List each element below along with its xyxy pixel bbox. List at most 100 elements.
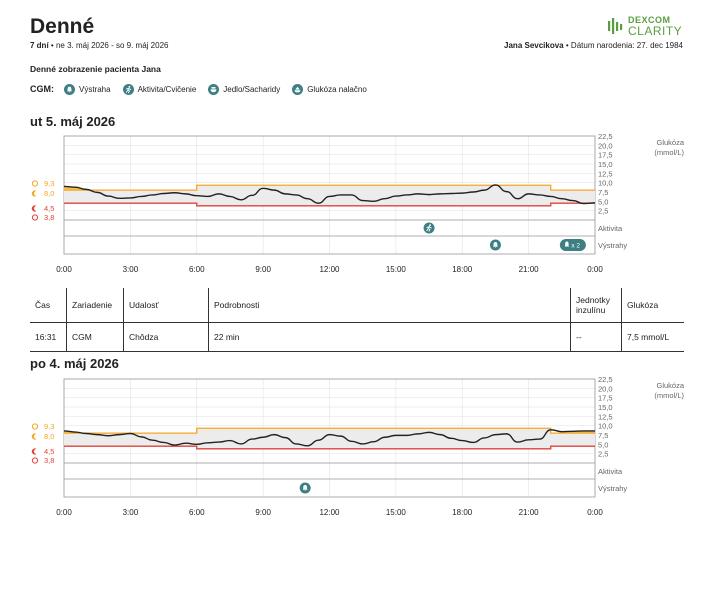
y-tick-label: 10,0 [598,179,613,188]
dexcom-clarity-logo: DEXCOM CLARITY [608,14,683,38]
night-threshold-icon [31,433,37,440]
y-axis-unit: Glukóza [656,381,684,390]
legend-cgm-label: CGM: [30,84,54,94]
legend-item-alert: Výstraha [64,83,111,95]
day-threshold-icon [31,180,39,187]
legend-item-fasting: Glukóza nalačno [292,83,367,95]
activity-lane-label: Aktivita [598,467,623,476]
day-glucose-chart: 22,520,017,515,012,510,07,55,02,5 Glukóza… [31,375,685,517]
x-tick-label: 6:00 [189,508,205,517]
day-threshold-icon [31,214,39,221]
date-range: 7 dní • ne 3. máj 2026 - so 9. máj 2026 [30,41,168,50]
events-table: Čas Zariadenie Udalosť Podrobnosti Jedno… [30,288,684,352]
y-tick-label: 7,5 [598,188,608,197]
range-separator: • [50,41,54,50]
y-tick-label: 2,5 [598,450,608,459]
threshold-label: 8,0 [44,189,54,198]
column-header-device: Zariadenie [66,288,124,323]
bell-icon [64,83,75,95]
y-tick-label: 22,5 [598,375,613,384]
legend-item-label: Jedlo/Sacharidy [223,84,281,94]
threshold-label: 3,8 [44,456,54,465]
threshold-label: 9,3 [44,179,54,188]
x-tick-label: 9:00 [255,265,271,274]
x-tick-label: 0:00 [587,265,603,274]
night-threshold-icon [31,205,37,212]
y-tick-label: 7,5 [598,431,608,440]
legend-item-activity: Aktivita/Cvičenie [122,83,196,95]
range-dates: ne 3. máj 2026 - so 9. máj 2026 [55,41,169,50]
runner-icon [122,83,134,95]
x-tick-label: 9:00 [255,508,271,517]
x-tick-label: 0:00 [56,508,72,517]
patient-name: Jana Sevcikova [504,41,564,50]
logo-bottom-text: CLARITY [628,24,683,38]
x-tick-label: 6:00 [189,265,205,274]
day-threshold-icon [31,423,39,430]
cell-device: CGM [66,322,124,352]
logo-bars-icon [608,18,623,34]
activity-event-icon-head [429,224,431,227]
y-axis-unit: (mmol/L) [654,148,684,157]
report-subtitle: Denné zobrazenie pacienta Jana [30,64,161,74]
y-tick-label: 5,0 [598,440,608,449]
alerts-lane-label: Výstrahy [598,484,627,493]
x-tick-label: 0:00 [56,265,72,274]
page-title: Denné [30,15,95,38]
day-glucose-chart: 22,520,017,515,012,510,07,55,02,5 Glukóza… [31,132,685,274]
y-axis-unit: Glukóza [656,138,684,147]
alert-group-count: x 2 [571,243,580,250]
cell-details: 22 min [208,322,571,352]
cell-event: Chôdza [123,322,209,352]
x-tick-label: 12:00 [319,265,340,274]
x-tick-label: 3:00 [123,265,139,274]
event-legend: CGM: Výstraha Aktivita/Cvičenie Jedlo/Sa… [30,82,379,96]
events-table-header: Čas Zariadenie Udalosť Podrobnosti Jedno… [30,288,684,323]
alerts-lane-label: Výstrahy [598,241,627,250]
cell-time: 16:31 [30,322,67,352]
x-tick-label: 18:00 [452,508,473,517]
y-tick-label: 20,0 [598,141,613,150]
y-tick-label: 17,5 [598,394,613,403]
x-tick-label: 18:00 [452,265,473,274]
y-tick-label: 22,5 [598,132,613,141]
column-header-event: Udalosť [123,288,209,323]
y-axis-unit: (mmol/L) [654,391,684,400]
threshold-label: 4,5 [44,204,54,213]
column-header-time: Čas [30,288,67,323]
threshold-label: 4,5 [44,447,54,456]
patient-info: Jana Sevcikova • Dátum narodenia: 27. de… [504,41,683,50]
y-tick-label: 15,0 [598,403,613,412]
x-tick-label: 21:00 [519,508,540,517]
x-tick-label: 21:00 [519,265,540,274]
table-row: 16:31 CGM Chôdza 22 min -- 7,5 mmol/L [30,322,684,352]
y-tick-label: 17,5 [598,151,613,160]
x-tick-label: 15:00 [386,265,407,274]
x-tick-label: 15:00 [386,508,407,517]
cell-insulin: -- [570,322,622,352]
y-tick-label: 5,0 [598,197,608,206]
night-threshold-icon [31,448,37,455]
x-tick-label: 3:00 [123,508,139,517]
patient-birth: Dátum narodenia: 27. dec 1984 [570,41,683,50]
activity-event-icon [423,222,435,234]
patient-separator: • [565,41,569,50]
y-tick-label: 10,0 [598,422,613,431]
column-header-insulin: Jednotky inzulínu [570,288,622,323]
alert-group-badge: x 2 [559,239,586,251]
x-tick-label: 12:00 [319,508,340,517]
day-title: ut 5. máj 2026 [30,114,116,129]
alert-event-icon [489,239,501,251]
activity-lane-label: Aktivita [598,224,623,233]
range-days: 7 dní [30,41,49,50]
y-tick-label: 12,5 [598,412,613,421]
day-threshold-icon [31,457,39,464]
column-header-glucose: Glukóza [621,288,684,323]
cell-glucose: 7,5 mmol/L [621,322,684,352]
column-header-details: Podrobnosti [208,288,571,323]
night-threshold-icon [31,190,37,197]
threshold-label: 8,0 [44,432,54,441]
legend-item-label: Glukóza nalačno [307,84,367,94]
threshold-label: 9,3 [44,422,54,431]
day-title: po 4. máj 2026 [30,356,119,371]
